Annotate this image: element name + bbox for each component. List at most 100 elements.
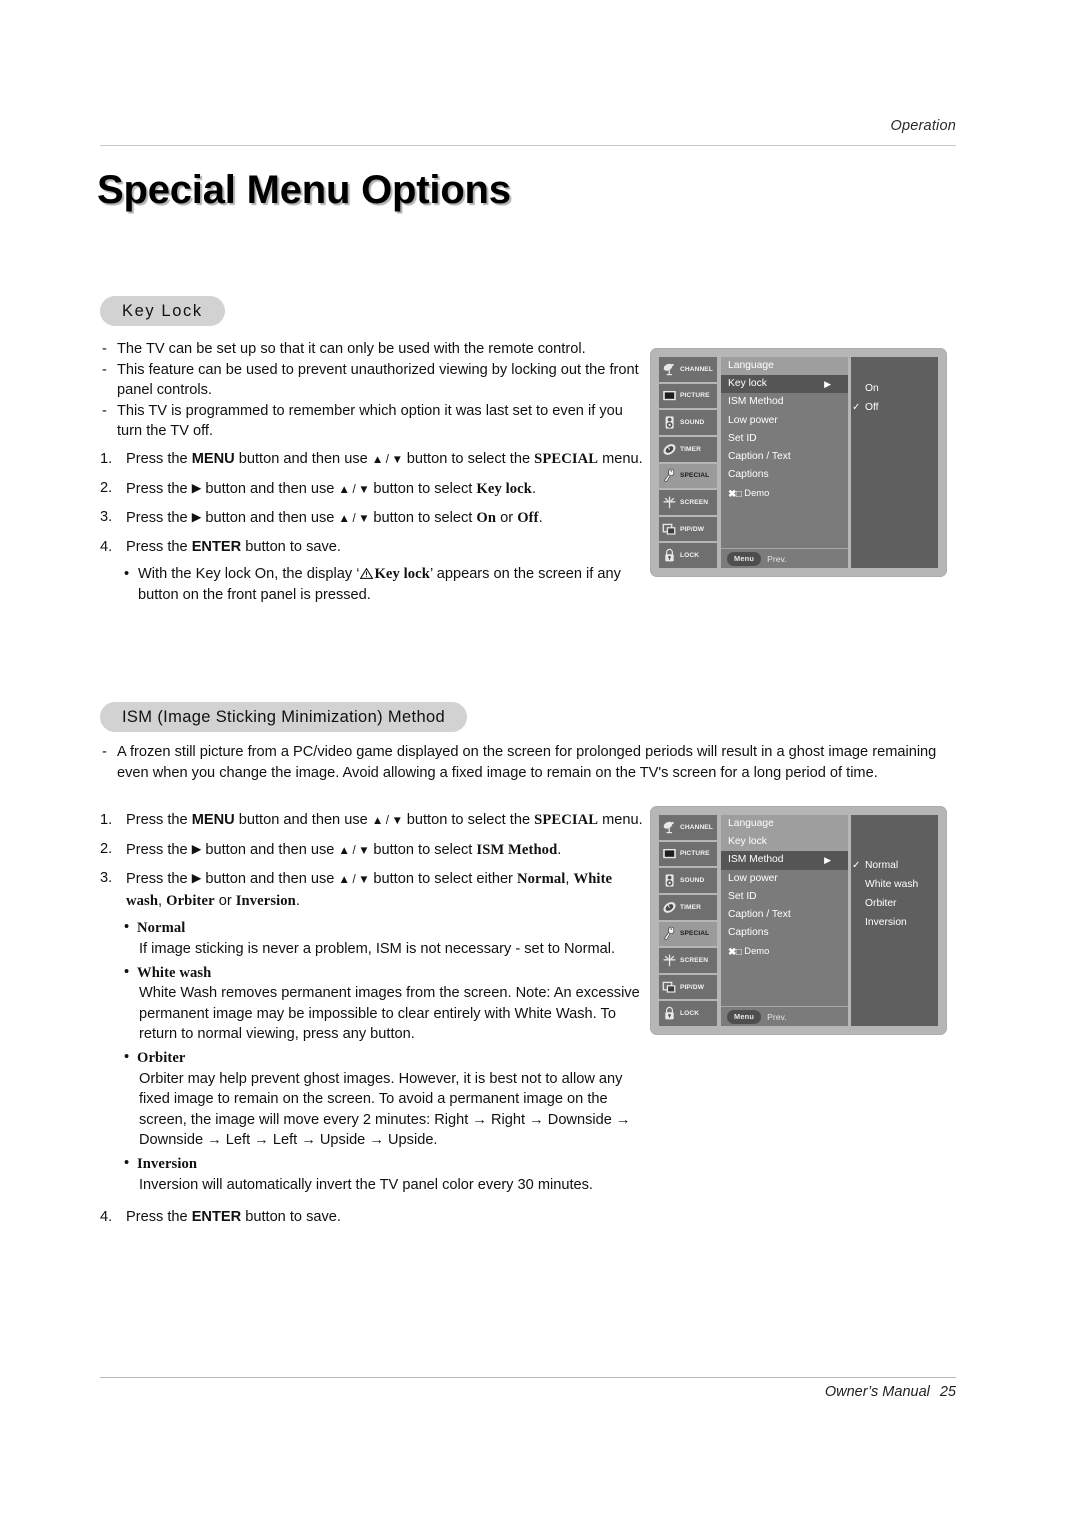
key-lock-note: With the Key lock On, the display ‘ Key l… xyxy=(124,564,643,605)
list-item: 4. Press the ENTER button to save. xyxy=(100,537,645,558)
page-title: Special Menu Options xyxy=(97,168,511,212)
osd-option-on[interactable]: On xyxy=(865,383,879,394)
padlock-icon xyxy=(662,548,677,563)
right-arrow-icon: ▶ xyxy=(191,510,202,525)
pip-windows-icon xyxy=(662,522,677,537)
osd-menu-item-key-lock[interactable]: Key lock xyxy=(721,833,848,852)
list-item: The TV can be set up so that it can only… xyxy=(100,339,645,360)
footer-divider xyxy=(100,1377,956,1378)
step-text: Press the xyxy=(126,480,192,497)
osd-rail-label: LOCK xyxy=(680,1010,700,1018)
osd-menu-button[interactable]: Menu xyxy=(727,1009,762,1024)
osd-menu-item-label: Key lock xyxy=(728,378,767,390)
osd-rail-item-special[interactable]: SPECIAL xyxy=(659,463,717,489)
osd-rail-item-lock[interactable]: LOCK xyxy=(659,1001,717,1026)
up-down-arrows-icon: ▲ / ▼ xyxy=(371,454,403,466)
step-keyword: Key lock xyxy=(476,480,532,497)
osd-rail-label: PIP/DW xyxy=(680,525,705,533)
step-number: 1. xyxy=(100,451,113,467)
ism-steps: 1. Press the MENU button and then use ▲ /… xyxy=(100,810,645,1235)
step-text: . xyxy=(557,841,562,858)
osd-rail-label: PIP/DW xyxy=(680,983,705,991)
osd-menu-item-ism-method[interactable]: ISM Method xyxy=(721,393,848,411)
osd-menu-item-language[interactable]: Language xyxy=(721,357,848,376)
osd-rail-item-channel[interactable]: CHANNEL xyxy=(659,815,717,840)
chevron-right-icon: ▶ xyxy=(824,855,831,866)
step-keyword: MENU xyxy=(191,812,235,828)
header-divider xyxy=(100,145,956,146)
osd-option-off[interactable]: ✓ Off xyxy=(852,402,879,413)
step-keyword: Normal xyxy=(516,871,566,888)
osd-rail-item-picture[interactable]: PICTURE xyxy=(659,841,717,867)
ism-option-bullets: Normal If image sticking is never a prob… xyxy=(124,917,644,1195)
osd-rail-item-channel[interactable]: CHANNEL xyxy=(659,357,717,382)
list-item: 1. Press the MENU button and then use ▲ /… xyxy=(100,449,645,471)
right-arrow-icon: ▶ xyxy=(191,841,202,856)
osd-menu-item-captions[interactable]: Captions xyxy=(721,466,848,484)
osd-option-label: Off xyxy=(865,402,879,413)
osd-menu-item-language[interactable]: Language xyxy=(721,815,848,834)
xd-logo-icon: ✖□ xyxy=(728,947,742,959)
osd-menu-item-ism-method[interactable]: ISM Method ▶ xyxy=(721,851,848,870)
osd-rail-item-pip-dw[interactable]: PIP/DW xyxy=(659,974,717,1000)
osd-menu-item-set-id[interactable]: Set ID xyxy=(721,430,848,448)
note-text: With the Key lock On, the display ‘ xyxy=(138,566,360,583)
osd-rail-label: PICTURE xyxy=(680,392,710,400)
tv-screen-icon xyxy=(662,388,677,403)
osd-menu-item-caption-text[interactable]: Caption / Text xyxy=(721,906,848,924)
page-number: 25 xyxy=(939,1384,956,1400)
chevron-right-icon: ▶ xyxy=(824,379,831,390)
osd-menu-item-caption-text[interactable]: Caption / Text xyxy=(721,448,848,466)
osd-option-normal[interactable]: ✓ Normal xyxy=(852,860,899,871)
osd-option-inversion[interactable]: Inversion xyxy=(865,917,907,928)
osd-rail-label: SCREEN xyxy=(680,498,709,506)
osd-rail-label: TIMER xyxy=(680,903,702,911)
step-text: button to select xyxy=(369,480,477,497)
osd-rail-label: SOUND xyxy=(680,877,705,885)
step-keyword: ENTER xyxy=(191,1209,242,1226)
osd-menu-item-label: Demo xyxy=(744,945,770,957)
step-text: Press the xyxy=(126,538,192,555)
osd-rail-item-timer[interactable]: TIMER xyxy=(659,894,717,920)
step-keyword: Inversion xyxy=(235,892,296,909)
osd-option-label: Normal xyxy=(865,860,899,871)
osd-rail-label: CHANNEL xyxy=(680,823,713,831)
osd-option-orbiter[interactable]: Orbiter xyxy=(865,898,896,909)
osd-menu-item-xd-demo[interactable]: ✖□ Demo xyxy=(721,942,848,960)
osd-menu-item-set-id[interactable]: Set ID xyxy=(721,888,848,906)
step-text: Press the xyxy=(126,451,192,467)
osd-rail-label: TIMER xyxy=(680,445,702,453)
osd-menu-button[interactable]: Menu xyxy=(727,551,762,566)
tv-screen-icon xyxy=(662,846,677,861)
osd-menu-item-xd-demo[interactable]: ✖□ Demo xyxy=(721,484,848,502)
step-text: or xyxy=(214,892,236,909)
osd-rail-item-picture[interactable]: PICTURE xyxy=(659,383,717,409)
osd-menu-item-captions[interactable]: Captions xyxy=(721,924,848,942)
osd-menu-item-low-power[interactable]: Low power xyxy=(721,412,848,430)
osd-rail-item-sound[interactable]: SOUND xyxy=(659,410,717,435)
check-icon: ✓ xyxy=(852,402,861,413)
osd-rail-item-timer[interactable]: TIMER xyxy=(659,436,717,462)
osd-rail-item-sound[interactable]: SOUND xyxy=(659,868,717,893)
step-text: button and then use xyxy=(234,451,372,467)
step-text: . xyxy=(531,480,537,497)
osd-menu-item-key-lock[interactable]: Key lock ▶ xyxy=(721,375,848,394)
step-text: . xyxy=(538,510,543,527)
osd-option-panel-key-lock: On ✓ Off xyxy=(851,357,938,568)
osd-option-label: Inversion xyxy=(865,917,907,928)
osd-menu-item-label: Demo xyxy=(744,487,770,499)
osd-rail-item-special[interactable]: SPECIAL xyxy=(659,921,717,947)
osd-menu-item-low-power[interactable]: Low power xyxy=(721,870,848,888)
osd-menu-list: Language Key lock ▶ ISM Method Low power… xyxy=(721,357,848,568)
clock-icon xyxy=(662,900,677,915)
osd-rail-label: CHANNEL xyxy=(680,365,713,373)
osd-prev-label: Prev. xyxy=(767,1011,787,1022)
osd-rail-item-screen[interactable]: SCREEN xyxy=(659,490,717,515)
osd-rail-item-pip-dw[interactable]: PIP/DW xyxy=(659,516,717,542)
osd-rail-item-screen[interactable]: SCREEN xyxy=(659,948,717,973)
step-text: button to select the xyxy=(402,451,535,467)
step-text: or xyxy=(496,510,518,527)
right-arrow-icon: ▶ xyxy=(191,871,202,886)
osd-rail-item-lock[interactable]: LOCK xyxy=(659,543,717,568)
osd-option-white-wash[interactable]: White wash xyxy=(865,879,918,890)
